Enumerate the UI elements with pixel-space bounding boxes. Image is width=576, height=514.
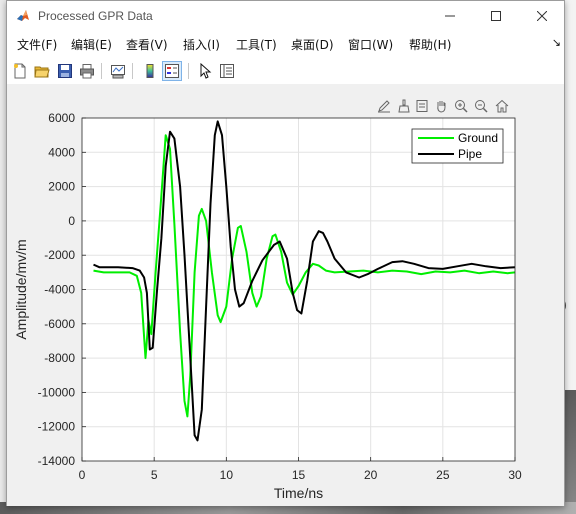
legend-ground-label: Ground [458,131,498,145]
x-tick-label: 25 [436,468,450,482]
y-tick-label: 6000 [48,111,75,125]
y-tick-label: 4000 [48,145,75,159]
y-axis-label: Amplitude/mv/m [13,239,29,339]
x-tick-label: 20 [364,468,378,482]
y-tick-label: -2000 [44,248,75,262]
amplitude-chart[interactable]: 0 5 10 15 20 25 30 6000 4000 2000 0 -2000 -4000 -6000… [0,0,576,514]
x-axis-label: Time/ns [274,485,323,501]
y-tick-label: -8000 [44,351,75,365]
x-tick-label: 0 [79,468,86,482]
legend-pipe-label: Pipe [458,147,482,161]
y-tick-label: -12000 [38,420,76,434]
y-tick-label: -4000 [44,283,75,297]
legend[interactable]: Ground Pipe [411,128,504,164]
y-tick-label: -14000 [38,454,76,468]
x-tick-label: 5 [151,468,158,482]
x-tick-label: 10 [220,468,234,482]
y-tick-label: -10000 [38,385,76,399]
y-tick-label: 2000 [48,180,75,194]
x-tick-label: 15 [292,468,306,482]
x-tick-label: 30 [508,468,522,482]
y-tick-label: -6000 [44,317,75,331]
y-tick-label: 0 [68,214,75,228]
